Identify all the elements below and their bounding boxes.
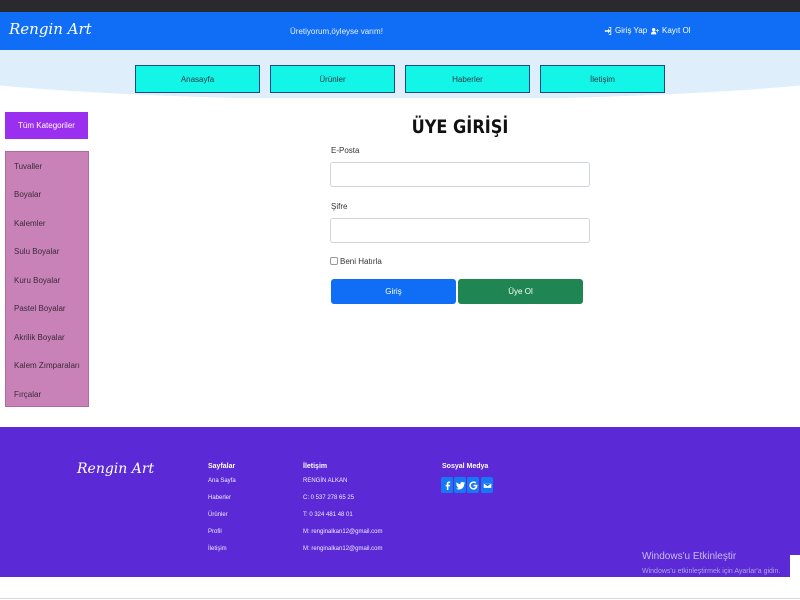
footer-contact-title: İletişim <box>303 463 328 470</box>
email-field[interactable] <box>330 162 590 187</box>
category-item[interactable]: Kalemler <box>14 219 46 228</box>
menu-item-iletisim[interactable]: İletişim <box>540 65 665 93</box>
footer-pages-title: Sayfalar <box>208 463 236 470</box>
category-item[interactable]: Akrilik Boyalar <box>14 333 65 342</box>
all-categories-button[interactable]: Tüm Kategoriler <box>5 112 88 139</box>
page-title: ÜYE GİRİŞİ <box>411 116 509 138</box>
remember-me-checkbox[interactable] <box>330 257 338 265</box>
contact-mobile: C: 0 537 278 65 25 <box>303 495 355 501</box>
menu-item-urunler[interactable]: Ürünler <box>270 65 395 93</box>
header-wave-background <box>0 50 800 98</box>
sign-in-icon <box>604 26 612 35</box>
facebook-icon[interactable] <box>441 477 453 493</box>
email-label: E-Posta <box>331 146 360 155</box>
contact-phone: T: 0 324 481 48 01 <box>303 512 353 518</box>
footer-link[interactable]: Profil <box>208 529 222 535</box>
category-item[interactable]: Boyalar <box>14 190 41 199</box>
footer-brand: Rengin Art <box>77 461 155 477</box>
footer-link[interactable]: Ana Sayfa <box>208 478 236 484</box>
google-icon[interactable] <box>467 477 479 493</box>
login-link[interactable]: Giriş Yap <box>604 26 647 35</box>
login-button[interactable]: Giriş <box>331 279 456 304</box>
password-field[interactable] <box>330 218 590 243</box>
footer-link[interactable]: Ürünler <box>208 512 228 518</box>
menu-item-haberler[interactable]: Haberler <box>405 65 530 93</box>
contact-email: M: renginalkan12@gmail.com <box>303 529 383 535</box>
mail-icon[interactable] <box>481 477 493 493</box>
category-item[interactable]: Sulu Boyalar <box>14 247 59 256</box>
bottom-divider <box>0 598 800 599</box>
category-list: Tuvaller Boyalar Kalemler Sulu Boyalar K… <box>5 151 89 407</box>
register-link[interactable]: Kayıt Ol <box>651 26 690 35</box>
contact-email: M: renginalkan12@gmail.com <box>303 546 383 552</box>
top-navbar: Rengin Art Üretiyorum,öyleyse varım! Gir… <box>0 12 800 50</box>
menu-item-anasayfa[interactable]: Anasayfa <box>135 65 260 93</box>
contact-name: RENGİN ALKAN <box>303 478 348 484</box>
twitter-icon[interactable] <box>454 477 466 493</box>
login-link-label: Giriş Yap <box>615 26 648 35</box>
category-item[interactable]: Tuvaller <box>14 162 42 171</box>
brand-logo[interactable]: Rengin Art <box>9 20 92 38</box>
remember-me-label: Beni Hatırla <box>340 257 382 266</box>
site-slogan: Üretiyorum,öyleyse varım! <box>290 27 383 36</box>
register-button[interactable]: Üye Ol <box>458 279 583 304</box>
category-item[interactable]: Pastel Boyalar <box>14 304 66 313</box>
footer-link[interactable]: İletişim <box>208 546 227 552</box>
category-item[interactable]: Fırçalar <box>14 390 41 399</box>
password-label: Şifre <box>331 202 348 211</box>
windows-activation-subtitle: Windows'u etkinleştirmek için Ayarlar'a … <box>642 568 781 575</box>
page-edge <box>790 555 800 577</box>
category-item[interactable]: Kalem Zımparaları <box>14 361 80 370</box>
windows-activation-title: Windows'u Etkinleştir <box>642 551 737 562</box>
category-item[interactable]: Kuru Boyalar <box>14 276 60 285</box>
footer-link[interactable]: Haberler <box>208 495 231 501</box>
browser-top-strip <box>0 0 800 12</box>
register-link-label: Kayıt Ol <box>662 26 691 35</box>
footer-social-title: Sosyal Medya <box>442 463 489 470</box>
user-plus-icon <box>651 27 659 34</box>
